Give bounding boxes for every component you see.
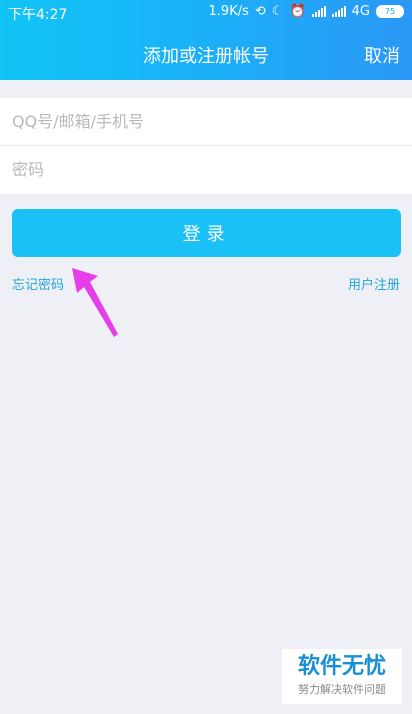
login-button[interactable]: 登录 xyxy=(12,209,401,257)
login-form xyxy=(0,98,412,194)
watermark-title: 软件无忧 xyxy=(297,654,386,679)
network-type: 4G xyxy=(351,4,370,19)
watermark-subtitle: 努力解决软件问题 xyxy=(298,683,386,696)
do-not-disturb-icon: ☾ xyxy=(271,4,284,19)
cancel-button[interactable]: 取消 xyxy=(364,42,400,68)
account-input[interactable] xyxy=(0,98,412,145)
battery-icon: 75 xyxy=(376,5,404,18)
status-icons: 1.9K/s ⟲ ☾ ⏰ 4G 75 xyxy=(209,4,404,19)
signal-icon-2 xyxy=(331,6,346,17)
alarm-icon: ⏰ xyxy=(289,4,306,19)
status-bar: 下午4:27 1.9K/s ⟲ ☾ ⏰ 4G 75 xyxy=(0,0,412,26)
password-input[interactable] xyxy=(0,146,412,193)
app-header: 下午4:27 1.9K/s ⟲ ☾ ⏰ 4G 75 添加或注册帐号 取消 xyxy=(0,0,412,80)
page-title: 添加或注册帐号 xyxy=(143,46,269,67)
network-speed: 1.9K/s xyxy=(208,4,249,19)
annotation-arrow-icon xyxy=(72,268,118,337)
forgot-password-link[interactable]: 忘记密码 xyxy=(12,274,64,293)
status-time: 下午4:27 xyxy=(8,7,68,23)
watermark-logo: 软件无忧 努力解决软件问题 xyxy=(282,649,402,704)
signal-icon xyxy=(311,6,326,17)
register-link[interactable]: 用户注册 xyxy=(348,274,400,293)
sync-icon: ⟲ xyxy=(254,4,266,19)
